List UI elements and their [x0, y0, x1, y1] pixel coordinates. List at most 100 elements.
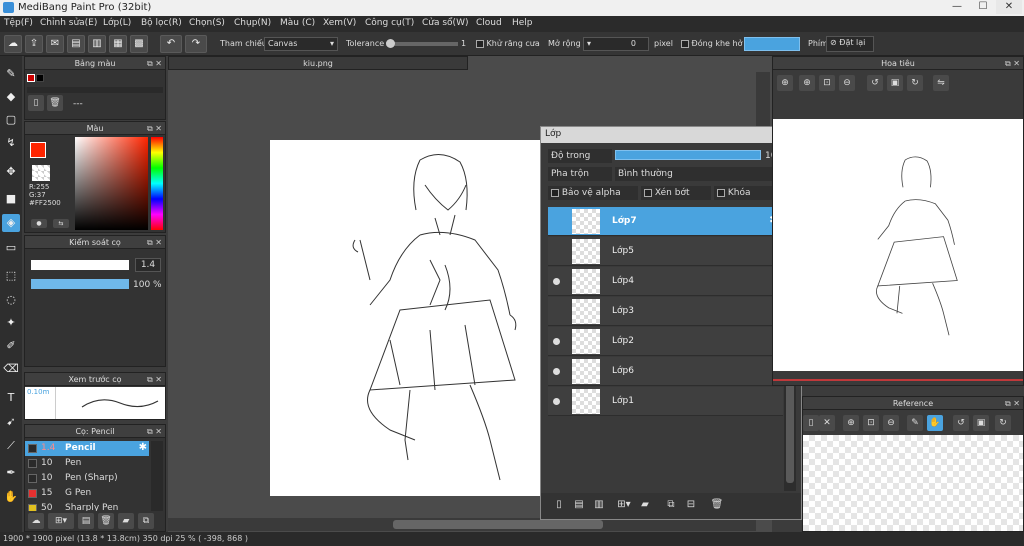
select-pen-icon[interactable]: ✐ [2, 337, 20, 355]
blend-mode-select[interactable]: Bình thường▾ [615, 167, 795, 181]
flip-icon[interactable]: ⇋ [933, 75, 949, 91]
alpha-protect-checkbox[interactable] [551, 188, 559, 197]
slider-handle[interactable] [386, 39, 395, 48]
document-icon[interactable]: ▥ [88, 35, 106, 53]
layer-window-titlebar[interactable]: Lớp✕ [541, 127, 801, 143]
brush-row[interactable]: 1.4 Pencil ✱ [25, 441, 149, 456]
layer-row[interactable]: Lớp6 [548, 357, 783, 386]
gradient-tool-icon[interactable]: ▭ [2, 239, 20, 257]
new-palette-icon[interactable]: ▯ [28, 95, 44, 111]
close-icon[interactable]: ⧉ ✕ [147, 236, 162, 249]
brush-row[interactable]: 10 Pen [25, 456, 149, 471]
select-eraser-icon[interactable]: ⌫ [2, 360, 20, 378]
rotate-left-icon[interactable]: ↺ [867, 75, 883, 91]
lock-checkbox[interactable] [717, 188, 725, 197]
folder-icon[interactable]: ▰ [118, 513, 134, 529]
actual-size-icon[interactable]: ⊡ [863, 415, 879, 431]
cloud-icon[interactable]: ☁ [4, 35, 22, 53]
delete-brush-icon[interactable]: 🗑 [98, 513, 114, 529]
layout-icon[interactable]: ▦ [109, 35, 127, 53]
gap-level-bar[interactable] [744, 37, 800, 51]
eye-icon[interactable] [553, 398, 560, 405]
operation-tool-icon[interactable]: ➹ [2, 413, 20, 431]
page-icon[interactable]: ▤ [67, 35, 85, 53]
move-tool-icon[interactable]: ✥ [2, 163, 20, 181]
menu-filter[interactable]: Bộ lọc(R) [141, 18, 182, 28]
menu-file[interactable]: Tệp(F) [4, 18, 33, 28]
share-icon[interactable]: ⇪ [25, 35, 43, 53]
palette-swatch-black[interactable] [36, 74, 44, 82]
maximize-button[interactable]: ☐ [970, 0, 996, 14]
menu-edit[interactable]: Chỉnh sửa(E) [40, 18, 97, 28]
close-icon[interactable]: ⧉ ✕ [1005, 57, 1020, 70]
antialias-option[interactable]: Khử răng cưa [476, 39, 540, 48]
lasso-select-icon[interactable]: ◌ [2, 291, 20, 309]
color-swap-button[interactable]: ⇆ [53, 219, 69, 228]
reference-canvas[interactable] [803, 435, 1023, 531]
color-mode-button[interactable]: ● [31, 219, 47, 228]
eye-icon[interactable] [553, 368, 560, 375]
brush-tool-icon[interactable]: ✎ [2, 65, 20, 83]
layer-row[interactable]: Lớp1 [548, 387, 783, 416]
fit-window-icon[interactable]: ▣ [887, 75, 903, 91]
close-icon[interactable]: ⧉ ✕ [147, 425, 162, 438]
pen-tool-icon[interactable]: ✒ [2, 464, 20, 482]
palette-swatch-red[interactable] [27, 74, 35, 82]
new-layer-icon[interactable]: ▯ [551, 497, 567, 513]
close-icon[interactable]: ⧉ ✕ [147, 122, 162, 135]
zoom-out-icon[interactable]: ⊖ [883, 415, 899, 431]
lasso-tool-icon[interactable]: ↯ [2, 134, 20, 152]
open-reference-icon[interactable]: ▯ [803, 415, 819, 431]
trash-icon[interactable]: 🗑 [709, 497, 725, 513]
alpha-protect-option[interactable]: Bảo vệ alpha [548, 186, 638, 200]
merge-layer-icon[interactable]: ⊟ [683, 497, 699, 513]
rotate-right-icon[interactable]: ↻ [907, 75, 923, 91]
hue-slider[interactable] [151, 137, 163, 230]
brush-row[interactable]: 15 G Pen [25, 486, 149, 501]
brush-size-value[interactable]: 1.4 [135, 258, 161, 272]
comment-icon[interactable]: ✉ [46, 35, 64, 53]
actual-size-icon[interactable]: ⊡ [819, 75, 835, 91]
grid-icon[interactable]: ▩ [130, 35, 148, 53]
close-reference-icon[interactable]: ✕ [819, 415, 835, 431]
brush-list-scrollbar[interactable] [151, 441, 163, 511]
color-picker-square[interactable] [75, 137, 148, 230]
hand-tool-icon[interactable]: ✋ [2, 488, 20, 506]
layer-row[interactable]: Lớp7✱ [548, 207, 783, 236]
eye-icon[interactable] [553, 278, 560, 285]
close-icon[interactable]: ⧉ ✕ [1005, 397, 1020, 410]
layer-row[interactable]: Lớp5 [548, 237, 783, 266]
zoom-fit-icon[interactable]: ⊕ [777, 75, 793, 91]
shape-tool-icon[interactable]: ■ [2, 190, 20, 208]
brush-opacity-slider[interactable] [31, 279, 129, 289]
gear-icon[interactable]: ✱ [139, 442, 147, 453]
main-color-swatch[interactable] [30, 142, 46, 158]
duplicate-brush-icon[interactable]: ⧉ [138, 513, 154, 529]
eyedropper-icon[interactable]: ✎ [907, 415, 923, 431]
menu-tools[interactable]: Công cụ(T) [365, 18, 414, 28]
navigator-preview[interactable] [773, 119, 1023, 371]
add-layer-menu-icon[interactable]: ⊞▾ [613, 497, 635, 513]
reference-select[interactable]: Canvas ▾ [264, 37, 338, 51]
menu-color[interactable]: Màu (C) [280, 18, 315, 28]
rotate-right-icon[interactable]: ↻ [995, 415, 1011, 431]
rotate-left-icon[interactable]: ↺ [953, 415, 969, 431]
document-tab[interactable]: kiu.png [168, 56, 468, 70]
menu-window[interactable]: Cửa sổ(W) [422, 18, 468, 28]
menu-layer[interactable]: Lớp(L) [103, 18, 131, 28]
eraser-tool-icon[interactable]: ◆ [2, 88, 20, 106]
zoom-in-icon[interactable]: ⊕ [843, 415, 859, 431]
menu-cloud[interactable]: Cloud [476, 18, 502, 28]
text-tool-icon[interactable]: T [2, 389, 20, 407]
tolerance-slider[interactable] [386, 39, 458, 48]
cloud-brush-icon[interactable]: ☁ [28, 513, 44, 529]
brush-size-slider[interactable] [31, 260, 129, 270]
redo-icon[interactable]: ↷ [185, 35, 207, 53]
transparent-swatch[interactable] [32, 165, 50, 181]
brush-row[interactable]: 50 Sharply Pen [25, 501, 149, 511]
drawing-canvas[interactable] [270, 140, 562, 496]
gap-checkbox[interactable] [681, 39, 689, 48]
clipping-checkbox[interactable] [644, 188, 652, 197]
menu-help[interactable]: Help [512, 18, 533, 28]
folder-icon[interactable]: ▰ [637, 497, 653, 513]
